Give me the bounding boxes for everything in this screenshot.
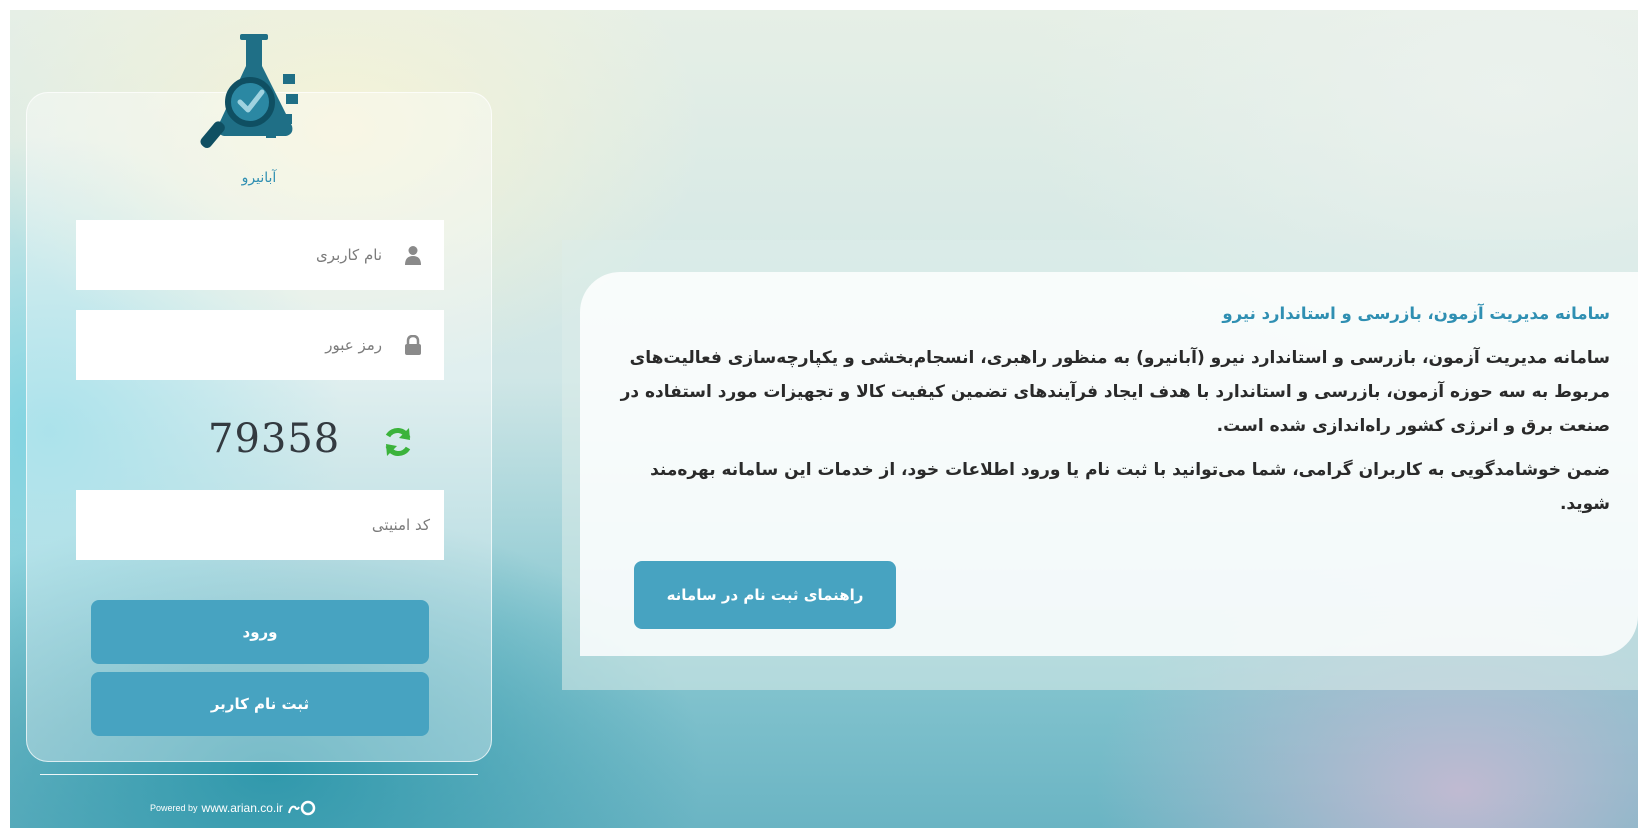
footer-divider — [40, 774, 478, 775]
captcha-row: 79358 — [76, 412, 444, 472]
flask-gear-magnifier-logo-icon — [200, 34, 298, 148]
refresh-icon[interactable] — [382, 426, 414, 458]
arian-logo-icon — [287, 800, 316, 816]
user-icon — [382, 245, 444, 265]
password-placeholder: رمز عبور — [325, 336, 382, 354]
security-code-placeholder: کد امنیتی — [371, 516, 430, 534]
captcha-code: 79358 — [208, 416, 341, 462]
abaniro-logo — [200, 30, 320, 158]
registration-guide-button[interactable]: راهنمای ثبت نام در سامانه — [634, 561, 896, 629]
info-paragraph-1: سامانه مدیریت آزمون، بازرسی و استاندارد … — [620, 348, 1610, 436]
username-field[interactable]: نام کاربری — [76, 220, 444, 290]
security-code-field[interactable]: کد امنیتی — [76, 490, 444, 560]
info-paragraph-2: ضمن خوشامدگویی به کاربران گرامی، شما می‌… — [650, 460, 1610, 514]
info-title: سامانه مدیریت آزمون، بازرسی و استاندارد … — [1222, 304, 1610, 323]
password-field[interactable]: رمز عبور — [76, 310, 444, 380]
website-link[interactable]: www.arian.co.ir — [202, 801, 283, 815]
register-button[interactable]: ثبت نام کاربر — [91, 672, 429, 736]
powered-by-label: Powered by — [150, 803, 198, 813]
login-button[interactable]: ورود — [91, 600, 429, 664]
lock-icon — [382, 335, 444, 355]
powered-by[interactable]: Powered by www.arian.co.ir — [150, 796, 380, 820]
username-placeholder: نام کاربری — [316, 246, 382, 264]
logo-caption: آبانیرو — [241, 170, 277, 186]
